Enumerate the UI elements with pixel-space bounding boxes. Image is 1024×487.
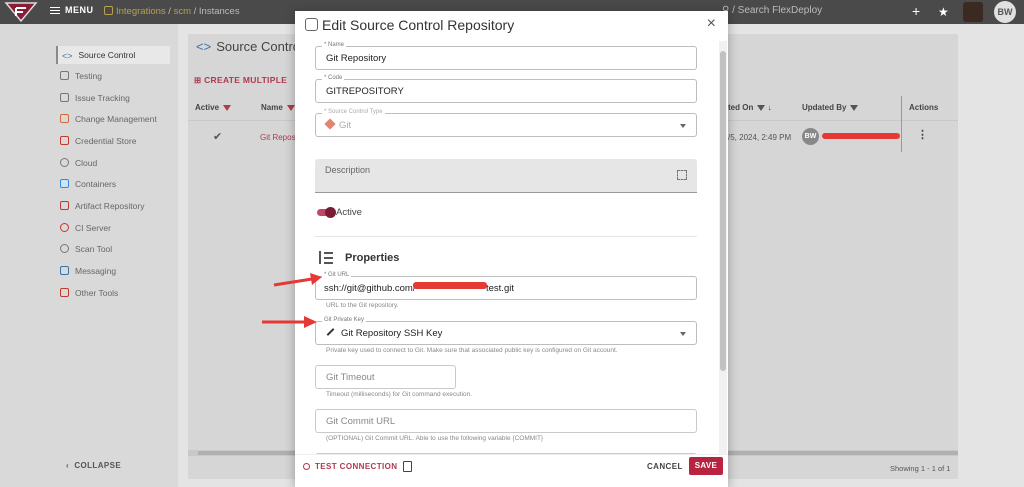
sidebar-item-credential-store[interactable]: Credential Store: [60, 132, 174, 150]
puzzle-icon: [305, 18, 318, 31]
sidebar-item-other-tools[interactable]: Other Tools: [60, 284, 174, 302]
expand-icon[interactable]: [677, 170, 687, 180]
vertical-scrollbar[interactable]: [719, 41, 727, 454]
docker-icon: [60, 179, 69, 188]
table-row-name-link[interactable]: Git Reposi: [260, 133, 297, 142]
list-icon: [60, 93, 69, 102]
dialog-body: * Name Git Repository * Code GITREPOSITO…: [295, 41, 719, 454]
add-icon: ⊞: [194, 75, 202, 85]
plus-icon[interactable]: +: [912, 3, 920, 19]
star-icon[interactable]: ★: [938, 5, 949, 19]
filter-icon[interactable]: [223, 105, 232, 111]
git-url-helper: URL to the Git repository.: [326, 302, 399, 309]
list-icon: [319, 251, 333, 264]
chevron-left-icon: ‹: [66, 461, 70, 470]
breadcrumb: Integrations / scm / Instances: [104, 6, 240, 17]
dialog-footer: TEST CONNECTION CANCEL SAVE: [295, 454, 728, 487]
redaction-mark: [413, 282, 487, 289]
lock-icon: [60, 136, 69, 145]
breadcrumb-instances: Instances: [198, 6, 240, 17]
git-commit-url-field[interactable]: Git Commit URL: [315, 409, 697, 433]
edit-repository-dialog: Edit Source Control Repository × * Name …: [295, 11, 728, 487]
search-icon: [60, 244, 69, 253]
artifact-icon: [60, 201, 69, 210]
git-icon: [324, 118, 336, 130]
breadcrumb-scm[interactable]: scm: [174, 6, 191, 17]
sidebar-item-messaging[interactable]: Messaging: [60, 262, 174, 280]
active-check-icon: ✔: [213, 131, 223, 143]
avatar: BW: [802, 128, 819, 145]
create-multiple-button[interactable]: ⊞ CREATE MULTIPLE: [194, 75, 287, 86]
cloud-icon: [60, 158, 69, 167]
integrations-icon: [104, 6, 113, 15]
sidebar-item-source-control[interactable]: <> Source Control: [56, 46, 170, 64]
sidebar-item-issue-tracking[interactable]: Issue Tracking: [60, 89, 174, 107]
dialog-title: Edit Source Control Repository: [305, 17, 514, 33]
active-label: Active: [336, 207, 362, 218]
timeout-helper: Timeout (milliseconds) for Git command e…: [326, 391, 473, 398]
chat-icon: [60, 266, 69, 275]
divider: [901, 96, 902, 152]
git-private-key-select[interactable]: Git Private Key Git Repository SSH Key: [315, 317, 697, 345]
sidebar-item-cloud[interactable]: Cloud: [60, 154, 174, 172]
column-header-name[interactable]: Name: [261, 103, 295, 112]
toolbox-icon: [60, 288, 69, 297]
sidebar-item-scan-tool[interactable]: Scan Tool: [60, 240, 174, 258]
code-icon: <>: [196, 39, 212, 54]
divider: [315, 236, 697, 237]
git-url-field[interactable]: * Git URL ssh://git@github.com/ test.git: [315, 272, 697, 300]
code-icon: <>: [62, 51, 73, 61]
flask-icon: [60, 71, 69, 80]
sort-down-icon[interactable]: ↓: [768, 103, 772, 112]
close-icon[interactable]: ×: [707, 15, 716, 33]
signal-icon: [303, 463, 310, 470]
global-search[interactable]: ⚲ / Search FlexDeploy: [722, 5, 822, 16]
properties-heading: Properties: [345, 252, 400, 264]
chevron-down-icon: [680, 124, 686, 128]
test-connection-button[interactable]: TEST CONNECTION: [303, 462, 397, 471]
sidebar-item-containers[interactable]: Containers: [60, 175, 174, 193]
flexdeploy-logo[interactable]: [4, 1, 38, 23]
sidebar-item-artifact-repository[interactable]: Artifact Repository: [60, 197, 174, 215]
filter-icon[interactable]: [757, 105, 766, 111]
column-header-updated-by[interactable]: Updated By: [802, 103, 859, 112]
document-search-icon[interactable]: [403, 461, 412, 472]
page-title: <> Source Control: [196, 39, 303, 54]
column-header-active[interactable]: Active: [195, 103, 232, 112]
commit-url-helper: (OPTIONAL) Git Commit URL. Able to use t…: [326, 435, 544, 442]
filter-icon[interactable]: [850, 105, 859, 111]
hamburger-icon: [50, 5, 60, 16]
collapse-button[interactable]: ‹ COLLAPSE: [66, 461, 121, 470]
annotation-arrow: [273, 273, 322, 287]
private-key-helper: Private key used to connect to Git. Make…: [326, 347, 618, 354]
more-actions-icon[interactable]: ⋮: [917, 128, 928, 141]
column-header-created-on[interactable]: ted On ↓: [728, 103, 772, 112]
user-image[interactable]: [963, 2, 983, 22]
chevron-down-icon: [680, 332, 686, 336]
source-control-type-select[interactable]: * Source Control Type Git: [315, 109, 697, 137]
avatar[interactable]: BW: [994, 1, 1016, 23]
menu-button[interactable]: MENU: [50, 5, 94, 16]
git-timeout-field[interactable]: Git Timeout: [315, 365, 456, 389]
filter-icon[interactable]: [286, 105, 295, 111]
hand-icon: [60, 114, 69, 123]
ci-icon: [60, 223, 69, 232]
sidebar-item-testing[interactable]: Testing: [60, 67, 174, 85]
save-button[interactable]: SAVE: [689, 457, 723, 475]
description-field[interactable]: Description: [315, 159, 697, 193]
annotation-arrow: [262, 316, 317, 328]
breadcrumb-integrations[interactable]: Integrations: [116, 6, 166, 17]
redaction-mark: [822, 133, 900, 139]
column-header-actions: Actions: [909, 103, 939, 112]
pagination-status: Showing 1 - 1 of 1: [890, 464, 951, 473]
table-row-created-on: /5, 2024, 2:49 PM: [728, 133, 792, 142]
sidebar-item-ci-server[interactable]: CI Server: [60, 219, 174, 237]
code-field[interactable]: * Code GITREPOSITORY: [315, 75, 697, 103]
pencil-icon: [326, 328, 335, 336]
active-toggle[interactable]: [317, 207, 337, 218]
sidebar-item-change-management[interactable]: Change Management: [60, 110, 174, 128]
name-field[interactable]: * Name Git Repository: [315, 42, 697, 70]
cancel-button[interactable]: CANCEL: [647, 462, 683, 471]
